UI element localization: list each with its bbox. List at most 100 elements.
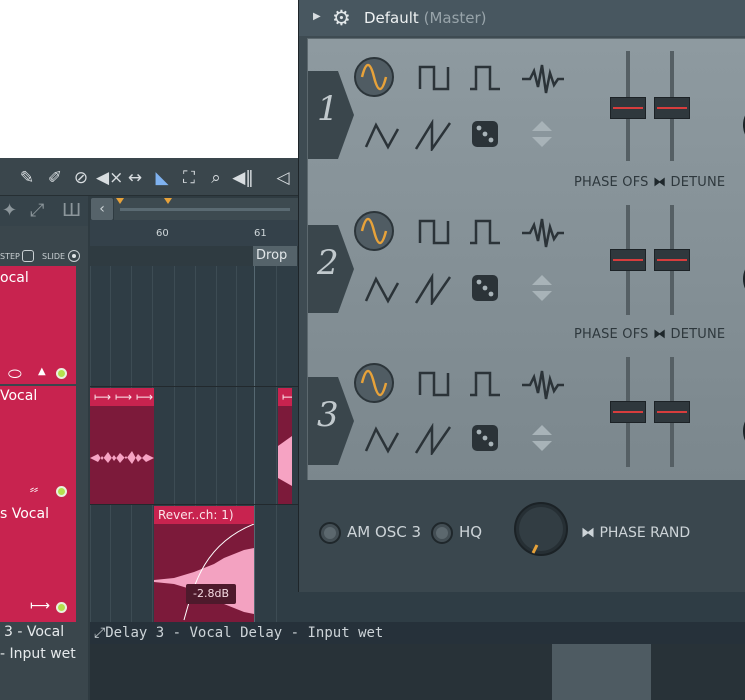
- volume-knob[interactable]: [736, 75, 745, 175]
- triangle-wave-button[interactable]: [364, 425, 400, 455]
- phase-offset-fader[interactable]: [610, 401, 646, 423]
- slip-icon[interactable]: ↔: [124, 167, 146, 189]
- automation-name-line1: 3 - Vocal: [4, 624, 65, 640]
- link-icon: ⧓: [581, 525, 595, 541]
- phase-offset-fader[interactable]: [610, 249, 646, 271]
- step-slide-controls: STEP SLIDE: [0, 246, 88, 268]
- audio-clip[interactable]: ⟼ ⟼ ⟼: [90, 388, 154, 504]
- expand-arrow-icon[interactable]: ▶: [313, 11, 321, 22]
- track-name: Vocal: [0, 388, 38, 404]
- noise-wave-button[interactable]: [520, 63, 564, 95]
- saw-wave-button[interactable]: [414, 273, 454, 305]
- track-header[interactable]: Vocal ⸗⸗: [0, 386, 76, 504]
- slide-radio[interactable]: [68, 250, 80, 262]
- osc-number-badge: 2: [317, 243, 339, 283]
- piano-icon[interactable]: Ш: [62, 200, 81, 221]
- triangle-wave-button[interactable]: [364, 121, 400, 151]
- timeline-ruler[interactable]: 60 61: [90, 220, 298, 246]
- expand-icon[interactable]: ▲: [38, 366, 46, 377]
- sine-wave-button[interactable]: [354, 211, 394, 251]
- phase-rand-knob[interactable]: [511, 499, 571, 559]
- automation-icon: ⤢: [94, 625, 106, 641]
- sine-wave-button[interactable]: [354, 57, 394, 97]
- mute-icon[interactable]: ◀×: [96, 167, 123, 189]
- step-checkbox[interactable]: [22, 250, 34, 262]
- volume-knob[interactable]: [736, 381, 745, 481]
- automation-icon[interactable]: ⤢: [30, 200, 44, 221]
- automation-header-label: 3 - Vocal - Input wet: [0, 624, 76, 670]
- osc-number-badge: 3: [317, 395, 339, 435]
- pulse-wave-button[interactable]: [468, 63, 504, 91]
- gear-icon[interactable]: ⚙: [332, 6, 351, 30]
- sine-wave-button[interactable]: [354, 363, 394, 403]
- automation-name-line2: - Input wet: [0, 646, 76, 662]
- am-osc3-led[interactable]: [319, 522, 341, 544]
- saw-wave-button[interactable]: [414, 119, 454, 151]
- reverse-clip[interactable]: Rever..ch: 1): [154, 506, 254, 622]
- playback-icon[interactable]: ◀‖: [232, 167, 254, 189]
- overview-strip[interactable]: [114, 198, 298, 220]
- triangle-wave-button[interactable]: [364, 275, 400, 305]
- dice-icon[interactable]: [470, 119, 500, 149]
- detune-fader[interactable]: [654, 97, 690, 119]
- noise-wave-button[interactable]: [520, 217, 564, 249]
- delete-icon[interactable]: ⊘: [70, 167, 92, 189]
- audio-clip[interactable]: ⟼: [278, 388, 292, 504]
- bar-60-label: 60: [156, 228, 169, 239]
- clip-waveform: [154, 524, 254, 621]
- audio-clip-icon: ⟼: [30, 598, 51, 614]
- zoom-icon[interactable]: ⌕: [205, 167, 227, 189]
- fullscreen-icon[interactable]: ⛶: [178, 167, 200, 189]
- pulse-wave-button[interactable]: [468, 369, 504, 397]
- snap-icon[interactable]: ✦: [2, 200, 17, 221]
- square-wave-button[interactable]: [418, 217, 454, 245]
- fader-labels: PHASE OFS ⧓ DETUNE: [574, 175, 726, 190]
- scroll-left-button[interactable]: ‹: [91, 198, 113, 220]
- paint-icon[interactable]: ✐: [44, 167, 66, 189]
- track-name: s Vocal: [0, 506, 49, 522]
- fader-labels: PHASE OFS ⧓ DETUNE: [574, 327, 726, 342]
- preset-name[interactable]: Default (Master): [364, 9, 487, 27]
- shape-scroll-icon[interactable]: [530, 119, 554, 149]
- marker-icon: [116, 198, 124, 204]
- osc-number-badge: 1: [317, 89, 339, 129]
- pulse-wave-button[interactable]: [468, 217, 504, 245]
- track-led[interactable]: [56, 368, 67, 379]
- shape-scroll-icon[interactable]: [530, 273, 554, 303]
- hq-led[interactable]: [431, 522, 453, 544]
- select-icon[interactable]: ◣: [151, 167, 173, 189]
- track-led[interactable]: [56, 602, 67, 613]
- marker-icon: [164, 198, 172, 204]
- speaker-icon[interactable]: ◁: [272, 167, 294, 189]
- playlist-tools-row: ✦ ⤢ Ш: [0, 196, 88, 226]
- track-led[interactable]: [56, 486, 67, 497]
- detune-fader[interactable]: [654, 401, 690, 423]
- detune-fader[interactable]: [654, 249, 690, 271]
- pencil-icon[interactable]: ✎: [16, 167, 38, 189]
- bar-61-label: 61: [254, 228, 267, 239]
- step-label: STEP: [0, 252, 20, 261]
- volume-knob[interactable]: [736, 229, 745, 329]
- shape-scroll-icon[interactable]: [530, 423, 554, 453]
- oscillator-panel: 1 2 3 PHASE OFS ⧓ DETUNE PHASE OFS ⧓ DET…: [307, 38, 745, 481]
- clip-waveform: [278, 436, 292, 486]
- track-header[interactable]: ocal ⬭ ▲: [0, 266, 76, 384]
- dice-icon[interactable]: [470, 423, 500, 453]
- phase-offset-fader[interactable]: [610, 97, 646, 119]
- noise-wave-button[interactable]: [520, 369, 564, 401]
- dice-icon[interactable]: [470, 273, 500, 303]
- saw-wave-button[interactable]: [414, 423, 454, 455]
- screen: ✎ ✐ ⊘ ◀× ↔ ◣ ⛶ ⌕ ◀‖ ◁ ✦ ⤢ Ш ‹ STEP SLIDE: [0, 0, 745, 700]
- phase-rand-label: ⧓ PHASE RAND: [581, 525, 691, 541]
- track-name: ocal: [0, 270, 29, 286]
- gain-badge: -2.8dB: [186, 584, 236, 604]
- drop-marker[interactable]: Drop: [253, 246, 297, 266]
- pattern-icon: ⸗⸗: [30, 482, 38, 496]
- reverse-clip-title: Rever..ch: 1): [154, 506, 254, 524]
- track-header[interactable]: s Vocal ⟼: [0, 504, 76, 622]
- hq-label: HQ: [459, 523, 483, 541]
- automation-clip[interactable]: [552, 644, 651, 700]
- square-wave-button[interactable]: [418, 369, 454, 397]
- square-wave-button[interactable]: [418, 63, 454, 91]
- plugin-titlebar[interactable]: ▶ ⚙ Default (Master): [299, 0, 745, 36]
